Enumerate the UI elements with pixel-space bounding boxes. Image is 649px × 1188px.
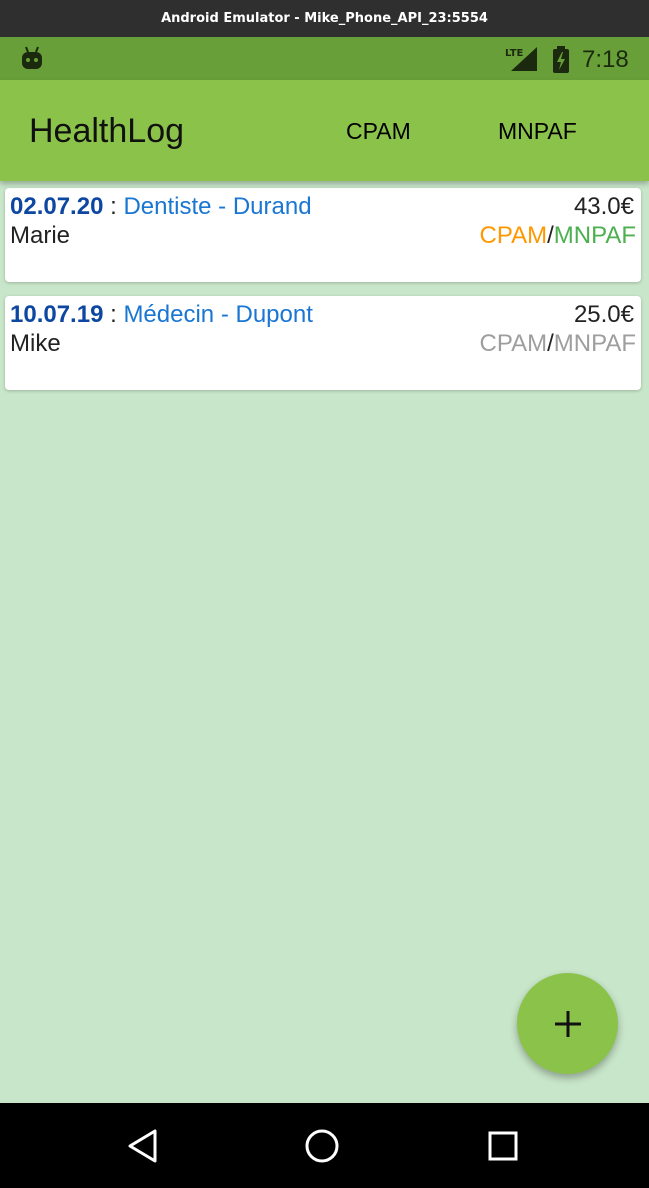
battery-charging-icon [553,46,569,73]
app-bar: HealthLog CPAM MNPAF [0,80,649,181]
entry-patient: Marie [10,222,71,249]
entry-header: 10.07.19 : Médecin - Dupont [10,301,313,329]
cpam-status: CPAM [479,222,548,249]
entry-separator: : [110,193,117,220]
status-slash: / [547,330,554,357]
status-slash: / [547,222,554,249]
mnpaf-action-button[interactable]: MNPAF [498,118,577,145]
entry-separator: : [110,301,117,328]
entry-practitioner: Dupont [235,301,313,328]
cpam-status: CPAM [479,330,548,357]
window-title-bar: Android Emulator - Mike_Phone_API_23:555… [0,0,649,37]
entry-dash: - [218,193,227,220]
add-icon [554,1010,581,1037]
entry-header: 02.07.20 : Dentiste - Durand [10,193,312,221]
back-icon[interactable] [125,1128,161,1164]
navigation-bar [0,1103,649,1188]
android-icon [22,46,42,69]
entry-date: 02.07.20 [10,193,104,220]
app-title: HealthLog [29,112,185,150]
entry-card[interactable]: 02.07.20 : Dentiste - Durand 43.0€ Marie… [5,188,641,282]
lte-label: LTE [505,48,524,59]
entry-amount: 25.0€ [573,301,634,328]
home-icon[interactable] [304,1128,340,1164]
window-title: Android Emulator - Mike_Phone_API_23:555… [161,11,488,26]
entry-dash: - [220,301,229,328]
cpam-action-button[interactable]: CPAM [346,118,411,145]
status-bar: LTE 7:18 [0,37,649,80]
entry-reimbursement-status: CPAM/MNPAF [480,222,636,250]
entry-reimbursement-status: CPAM/MNPAF [480,330,636,358]
lte-signal-icon: LTE [505,47,537,71]
status-clock: 7:18 [582,46,629,73]
entry-type: Dentiste [123,193,212,220]
entry-type: Médecin [123,301,215,328]
add-entry-button[interactable] [517,973,618,1074]
mnpaf-status: MNPAF [553,330,636,357]
mnpaf-status: MNPAF [553,222,636,249]
entry-practitioner: Durand [232,193,312,220]
entry-amount: 43.0€ [573,193,634,220]
entry-card[interactable]: 10.07.19 : Médecin - Dupont 25.0€ Mike C… [5,296,641,390]
recents-icon[interactable] [485,1128,521,1164]
entry-date: 10.07.19 [10,301,104,328]
entry-patient: Mike [10,330,61,357]
